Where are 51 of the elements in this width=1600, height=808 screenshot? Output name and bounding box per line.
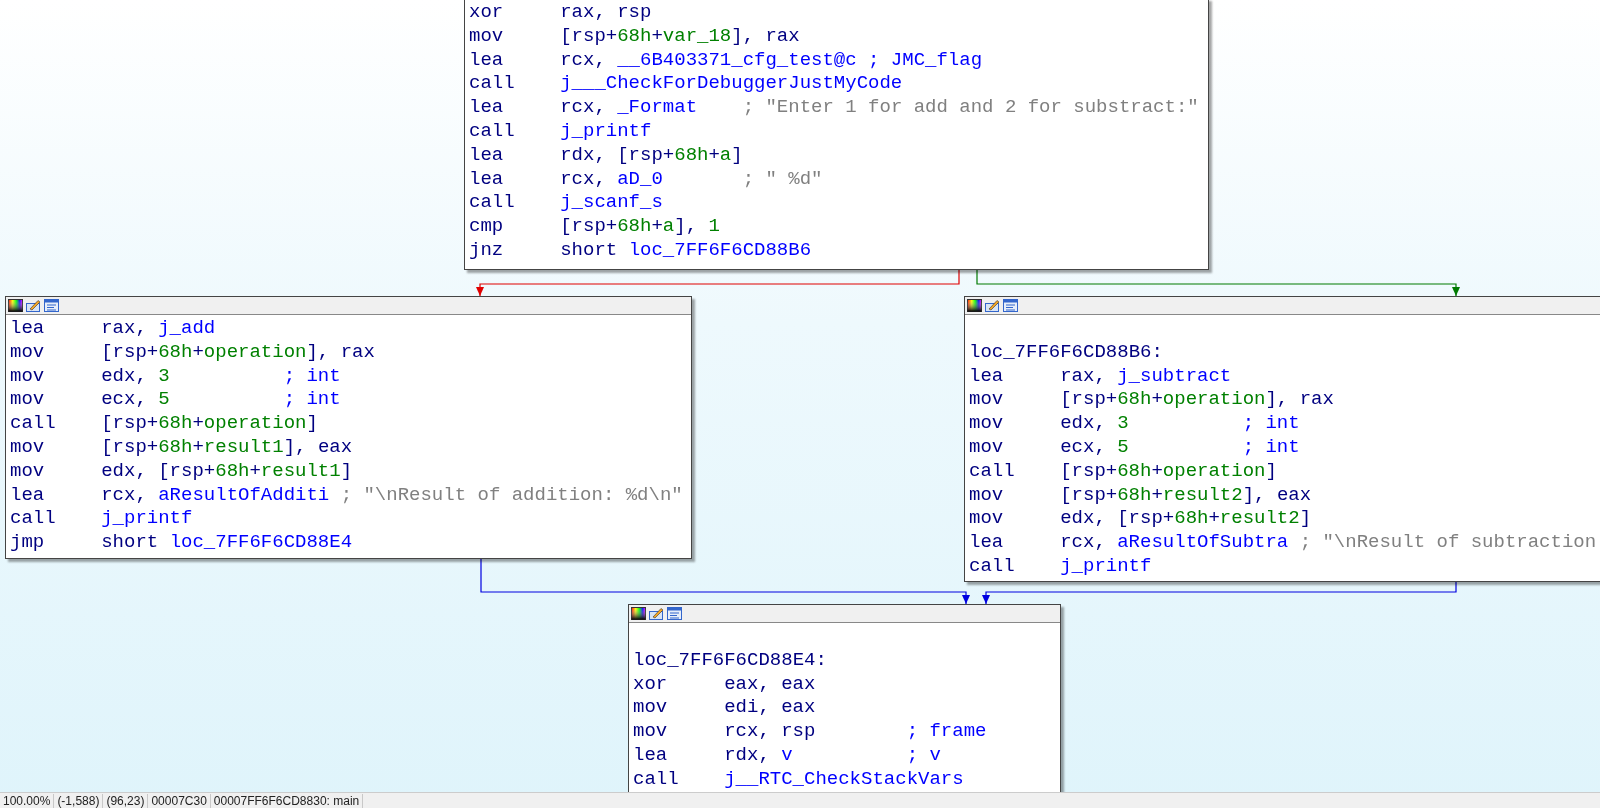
code-line: call j___CheckForDebuggerJustMyCode: [469, 72, 904, 97]
status-field: 00007C30: [148, 793, 211, 808]
code-line: jnz short loc_7FF6F6CD88B6: [469, 238, 813, 263]
code-line: mov edx, [rsp+68h+result2]: [969, 507, 1313, 532]
code-line: lea rcx, aD_0 ; " %d": [469, 167, 824, 192]
code-line: lea rcx, aResultOfSubtra ; "\nResult of subtraction: [969, 531, 1598, 555]
window-list-icon[interactable]: [667, 607, 682, 620]
code-line: lea rdx, v ; v: [633, 744, 942, 768]
palette-icon[interactable]: [8, 299, 23, 312]
code-line: call j_printf: [969, 554, 1153, 579]
window-list-icon[interactable]: [44, 299, 59, 312]
code-line: xor rax, rsp: [469, 1, 653, 25]
pencil-icon[interactable]: [985, 299, 1000, 312]
code-line: mov ecx, 5 ; int: [10, 388, 342, 413]
palette-icon[interactable]: [967, 299, 982, 312]
code-line: call j_scanf_s: [469, 191, 664, 216]
code-line: call j_printf: [469, 120, 653, 144]
code-line: call j__RTC_CheckStackVars: [633, 767, 965, 792]
status-field: (-1,588): [54, 793, 104, 808]
code-line: lea rcx, __6B403371_cfg_test@c ; JMC_flag: [469, 48, 984, 73]
code-line: mov ecx, 5 ; int: [969, 436, 1301, 460]
code-line: mov edx, [rsp+68h+result1]: [10, 459, 354, 484]
code-line: mov [rsp+68h+result2], eax: [969, 483, 1313, 508]
code-line: lea rax, j_add: [10, 317, 217, 341]
status-field: (96,23): [103, 793, 149, 808]
code-line: mov edx, 3 ; int: [969, 412, 1301, 436]
code-line: lea rax, j_subtract: [969, 364, 1233, 389]
code-line: jmp short loc_7FF6F6CD88E4: [10, 531, 354, 555]
code-line: mov [rsp+68h+var_18], rax: [469, 24, 801, 49]
code-line: mov [rsp+68h+result1], eax: [10, 436, 354, 460]
code-line: mov [rsp+68h+operation], rax: [10, 340, 376, 365]
code-line: lea rcx, aResultOfAdditi ; "\nResult of addition: %d\n": [10, 483, 684, 508]
pencil-icon[interactable]: [26, 299, 41, 312]
status-field: 100.00%: [0, 793, 55, 808]
code-line: lea rcx, _Format ; "Enter 1 for add and 2 for substract:": [469, 96, 1200, 120]
code-line: call j_printf: [10, 507, 194, 532]
code-line: mov edi, eax: [633, 696, 817, 721]
code-line: call [rsp+68h+operation]: [969, 459, 1278, 484]
code-line: mov rcx, rsp ; frame: [633, 720, 988, 744]
code-line: lea rdx, [rsp+68h+a]: [469, 143, 744, 168]
pencil-icon[interactable]: [649, 607, 664, 620]
window-list-icon[interactable]: [1003, 299, 1018, 312]
code-line: xor eax, eax: [633, 672, 817, 697]
palette-icon[interactable]: [631, 607, 646, 620]
code-label: loc_7FF6F6CD88B6:: [969, 340, 1164, 365]
code-line: mov edx, 3 ; int: [10, 364, 342, 389]
status-field: 00007FF6F6CD8830: main: [210, 793, 364, 808]
code-line: cmp [rsp+68h+a], 1: [469, 215, 721, 239]
code-label: loc_7FF6F6CD88E4:: [633, 648, 828, 673]
code-line: call [rsp+68h+operation]: [10, 412, 319, 436]
code-line: mov [rsp+68h+operation], rax: [969, 388, 1335, 413]
